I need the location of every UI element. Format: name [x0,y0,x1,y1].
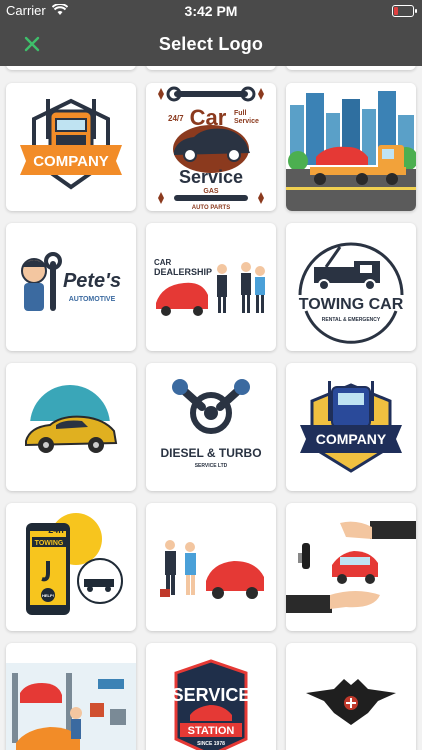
logo-tile-garage-workshop[interactable] [6,643,136,750]
logo-tile-car-keys[interactable] [286,503,416,631]
logo-text: COMPANY [316,431,387,447]
logo-text-since: SINCE 1978 [197,741,225,747]
logo-text-help: HELP! [42,593,54,598]
logo-text-auto-parts: AUTO PARTS [192,205,230,211]
logo-tile-car-service[interactable]: 24/7 Car Full Service Service GAS AUTO P… [146,83,276,211]
logo-text-car: CAR [154,258,172,267]
page-title: Select Logo [158,34,264,54]
logo-grid: COMPANY 24/7 Car Full Service Service GA… [0,66,422,750]
garage-workshop-illustration [6,663,136,750]
logo-tile-eagle[interactable] [286,643,416,750]
logo-text-towing: TOWING [35,540,64,547]
logo-tile-company-truck[interactable]: COMPANY [6,83,136,211]
tow-truck-city-illustration [286,83,416,211]
logo-text-rental: RENTAL & EMERGENCY [322,317,381,323]
logo-text-automotive: AUTOMOTIVE [69,296,116,303]
logo-tile-tow-city[interactable] [286,83,416,211]
logo-tile-partial-1[interactable] [6,66,136,70]
logo-text-petes: Pete's [63,270,121,292]
logo-text-station: STATION [188,725,235,737]
diesel-turbo-logo: DIESEL & TURBO SERVICE LTD [160,379,262,469]
logo-text-towing-car: TOWING CAR [299,296,404,313]
logo-tile-partial-2[interactable] [146,66,276,70]
eagle-emblem [306,679,396,725]
logo-text-gas: GAS [203,188,219,195]
handshake-dealer-illustration [160,540,264,599]
logo-tile-muscle-car[interactable] [6,363,136,491]
logo-tile-car-dealership[interactable]: CAR DEALERSHIP [146,223,276,351]
logo-text-247: 24/7 [168,114,184,123]
logo-tile-service-station[interactable]: SERVICE STATION SINCE 1978 [146,643,276,750]
logo-text-service: Service [179,167,243,187]
logo-text-24h: 24h [48,525,64,535]
logo-tile-partial-3[interactable] [286,66,416,70]
battery-icon [392,5,417,17]
logo-text-full: Full [234,110,246,117]
car-service-logo: 24/7 Car Full Service Service GAS AUTO P… [158,86,264,211]
service-station-badge: SERVICE STATION SINCE 1978 [172,659,251,750]
petes-automotive-logo: Pete's AUTOMOTIVE [21,252,121,311]
logo-tile-diesel-turbo[interactable]: DIESEL & TURBO SERVICE LTD [146,363,276,491]
logo-text-service: SERVICE [172,685,251,705]
logo-tile-24h-towing[interactable]: 24h TOWING HELP! [6,503,136,631]
towing-car-logo: TOWING CAR RENTAL & EMERGENCY [298,242,404,344]
logo-tile-towing-car[interactable]: TOWING CAR RENTAL & EMERGENCY [286,223,416,351]
truck-company-logo: COMPANY [20,98,122,190]
truck-company-logo-blue: COMPANY [300,381,402,473]
logo-text-diesel-turbo: DIESEL & TURBO [160,446,261,460]
car-keys-illustration [286,521,416,613]
car-dealership-illustration: CAR DEALERSHIP [154,258,265,316]
navigation-bar: Carrier 3:42 PM Select Logo [0,0,422,66]
logo-tile-petes-automotive[interactable]: Pete's AUTOMOTIVE [6,223,136,351]
status-bar: Carrier 3:42 PM [0,0,422,22]
logo-tile-company-truck-blue[interactable]: COMPANY [286,363,416,491]
clock: 3:42 PM [184,3,238,19]
logo-text-service-ltd: SERVICE LTD [195,463,228,469]
muscle-car-illustration [25,385,118,453]
logo-text-service-small: Service [234,118,259,125]
logo-text-dealership: DEALERSHIP [154,267,212,277]
logo-tile-handshake-dealer[interactable] [146,503,276,631]
logo-text: COMPANY [33,153,109,170]
towing-app-illustration: 24h TOWING HELP! [26,513,123,615]
